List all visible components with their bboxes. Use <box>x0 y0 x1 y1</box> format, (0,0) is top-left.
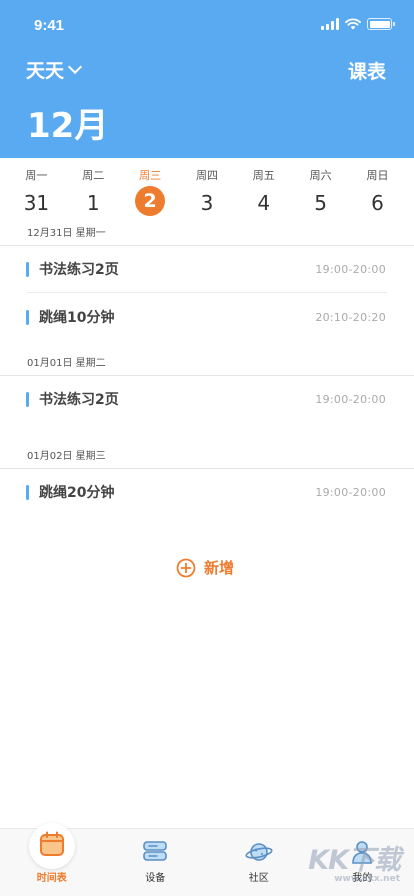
item-time: 19:00-20:00 <box>315 262 386 276</box>
day-wed-selected[interactable]: 周三 2 <box>128 168 172 220</box>
battery-icon <box>367 18 395 30</box>
day-name: 周一 <box>25 169 48 182</box>
person-icon <box>352 841 373 864</box>
day-number: 1 <box>86 191 100 215</box>
tab-mine[interactable]: 我的 <box>311 829 414 896</box>
add-button[interactable]: 新增 <box>176 557 234 578</box>
list-item[interactable]: 书法练习2页 19:00-20:00 <box>26 388 386 410</box>
header: 9:41 天天 课表 12月 <box>0 0 414 158</box>
divider <box>0 468 414 469</box>
tab-label: 时间表 <box>36 873 67 884</box>
item-marker <box>26 261 29 277</box>
day-sun[interactable]: 周日 6 <box>355 168 399 220</box>
day-fri[interactable]: 周五 4 <box>242 168 286 220</box>
planet-icon <box>245 843 273 861</box>
day-name: 周日 <box>366 169 389 182</box>
tab-label: 设备 <box>145 873 166 884</box>
add-label: 新增 <box>204 559 235 577</box>
status-bar: 9:41 <box>0 0 414 44</box>
section-date: 01月02日 星期三 <box>27 451 106 462</box>
divider <box>0 375 414 376</box>
calendar-icon <box>39 831 64 856</box>
list-item[interactable]: 跳绳20分钟 19:00-20:00 <box>26 481 386 503</box>
section-date: 12月31日 星期一 <box>27 228 106 239</box>
item-time: 19:00-20:00 <box>315 392 386 406</box>
item-title: 跳绳20分钟 <box>39 485 115 501</box>
plus-circle-icon <box>176 558 196 577</box>
day-name: 周四 <box>195 169 218 182</box>
day-number: 6 <box>371 191 384 215</box>
tab-device[interactable]: 设备 <box>104 829 208 896</box>
status-icons <box>321 17 395 31</box>
item-marker <box>26 391 29 407</box>
status-time: 9:41 <box>34 17 65 34</box>
tab-schedule[interactable]: 时间表 <box>0 823 104 896</box>
item-time: 20:10-20:20 <box>315 310 386 324</box>
item-title: 跳绳10分钟 <box>39 310 115 326</box>
day-sat[interactable]: 周六 5 <box>299 168 343 220</box>
day-name: 周三 <box>139 169 162 182</box>
divider <box>0 245 414 246</box>
signal-icon <box>321 18 339 30</box>
item-time: 19:00-20:00 <box>315 485 386 499</box>
item-marker <box>26 309 29 325</box>
section-date: 01月01日 星期二 <box>27 358 106 369</box>
list-item[interactable]: 书法练习2页 19:00-20:00 <box>26 258 386 280</box>
user-switcher[interactable]: 天天 <box>26 56 83 83</box>
day-name: 周六 <box>309 169 332 182</box>
user-name: 天天 <box>26 60 65 82</box>
tab-bar: 时间表 设备 社区 我的 <box>0 823 414 896</box>
list-item[interactable]: 跳绳10分钟 20:10-20:20 <box>26 306 386 328</box>
item-marker <box>26 484 29 500</box>
day-thu[interactable]: 周四 3 <box>185 168 229 220</box>
tab-label: 社区 <box>248 873 269 884</box>
tab-label: 我的 <box>352 873 373 884</box>
day-number: 31 <box>23 191 50 215</box>
day-name: 周五 <box>252 169 275 182</box>
day-number: 4 <box>257 191 271 215</box>
day-number: 5 <box>314 191 327 215</box>
schedule-button[interactable]: 课表 <box>348 57 386 84</box>
divider <box>27 292 387 293</box>
day-name: 周二 <box>82 169 105 182</box>
wifi-icon <box>345 18 361 30</box>
day-number: 3 <box>200 191 214 215</box>
chevron-down-icon <box>67 59 83 75</box>
month-title: 12月 <box>27 106 109 146</box>
day-tue[interactable]: 周二 1 <box>71 168 115 220</box>
tab-community[interactable]: 社区 <box>207 829 311 896</box>
item-title: 书法练习2页 <box>39 262 119 278</box>
day-number: 2 <box>135 186 166 216</box>
day-mon[interactable]: 周一 31 <box>14 168 58 220</box>
device-icon <box>143 841 168 861</box>
week-strip: 周一 31 周二 1 周三 2 周四 3 周五 4 周六 5 周日 6 <box>0 168 414 220</box>
item-title: 书法练习2页 <box>39 392 119 408</box>
